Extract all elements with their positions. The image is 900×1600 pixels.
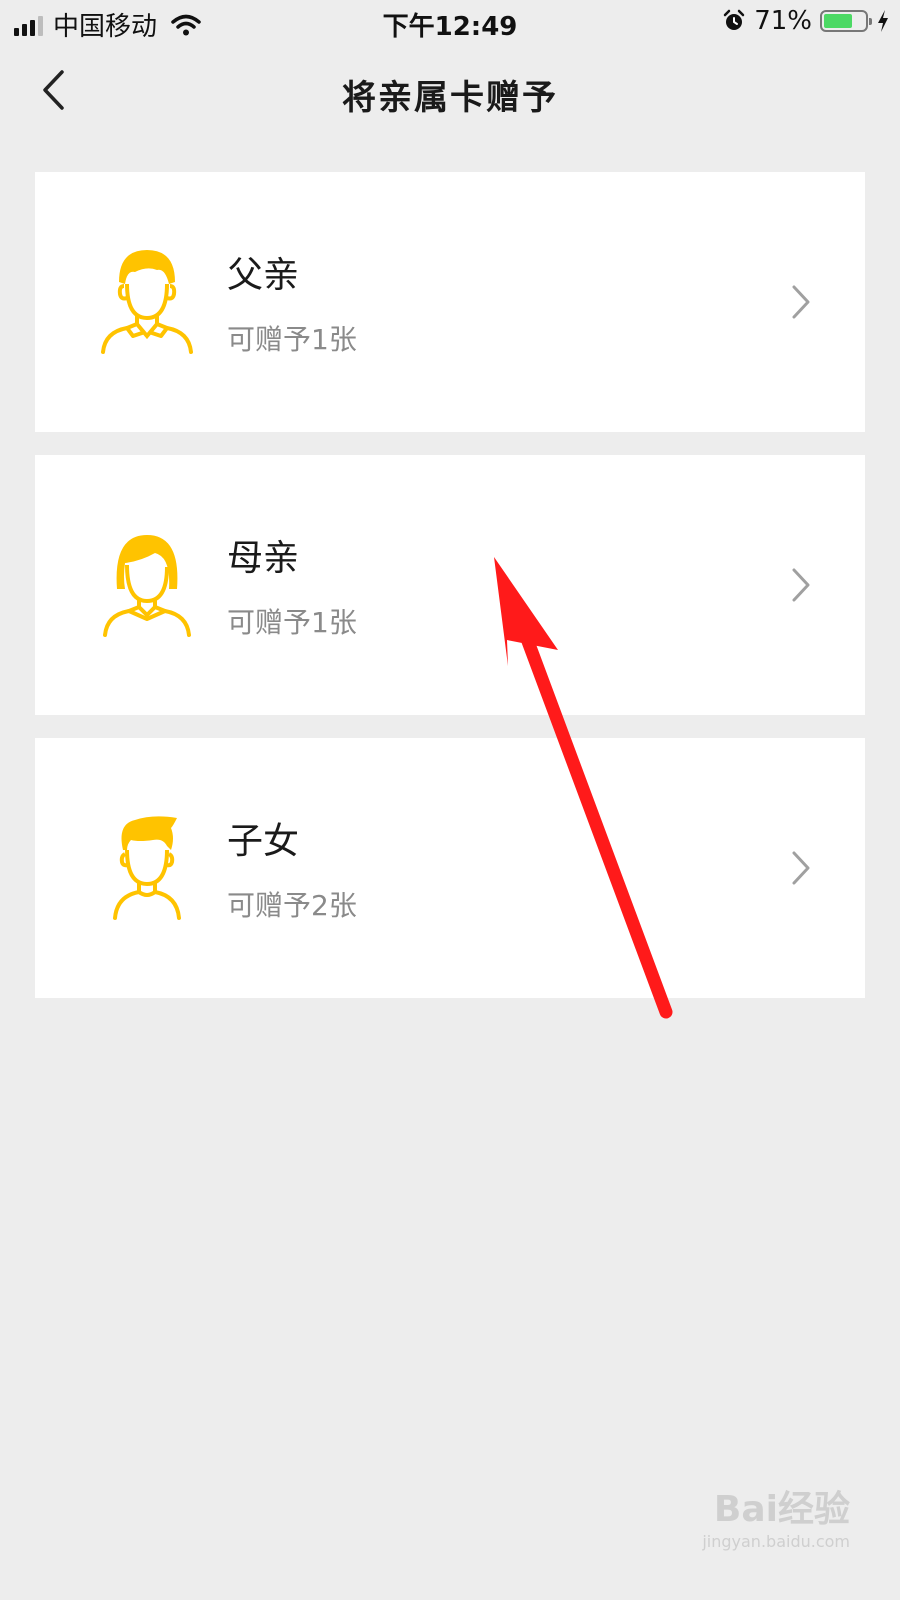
chevron-right-icon <box>792 568 810 602</box>
battery-icon <box>820 10 872 32</box>
father-avatar-icon <box>101 250 193 354</box>
relative-name: 母亲 <box>227 538 300 579</box>
relative-quota: 可赠予1张 <box>227 606 357 639</box>
chevron-right-icon <box>792 285 810 319</box>
relative-item-children[interactable]: 子女 可赠予2张 <box>35 738 865 998</box>
chevron-right-icon <box>792 851 810 885</box>
relative-name: 子女 <box>227 821 300 862</box>
relative-quota: 可赠予2张 <box>227 889 357 922</box>
watermark: Bai经验 jingyan.baidu.com <box>650 1480 850 1560</box>
status-right: 71% <box>722 6 890 36</box>
battery-fill <box>824 14 853 28</box>
relative-item-father[interactable]: 父亲 可赠予1张 <box>35 172 865 432</box>
watermark-brand: Bai经验 <box>713 1489 850 1530</box>
alarm-icon <box>723 9 745 30</box>
relative-item-mother[interactable]: 母亲 可赠予1张 <box>35 455 865 715</box>
mother-avatar-icon <box>103 535 191 637</box>
battery-percent: 71% <box>754 6 812 36</box>
child-avatar-icon <box>113 816 181 920</box>
charging-bolt-icon <box>878 10 888 32</box>
nav-bar: 将亲属卡赠予 <box>0 44 900 140</box>
relative-quota: 可赠予1张 <box>227 323 357 356</box>
page-title: 将亲属卡赠予 <box>342 78 558 118</box>
relative-name: 父亲 <box>227 255 300 296</box>
status-bar: 中国移动 下午12:49 71% <box>0 0 900 44</box>
watermark-url: jingyan.baidu.com <box>702 1532 850 1551</box>
